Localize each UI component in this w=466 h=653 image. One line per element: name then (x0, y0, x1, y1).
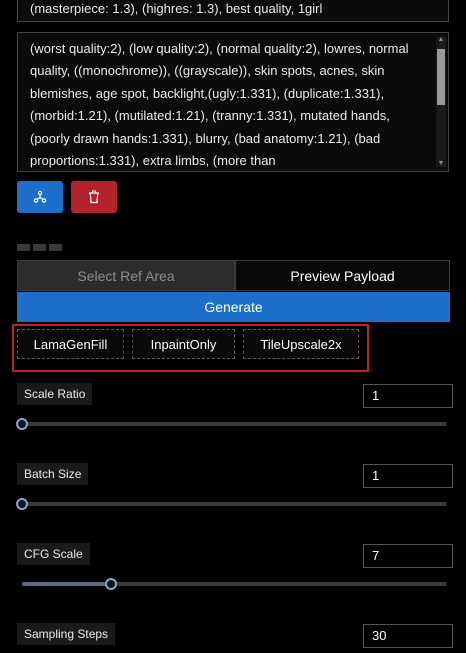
scale-ratio-input[interactable]: 1 (363, 384, 453, 408)
tab-select-ref-area[interactable]: Select Ref Area (17, 260, 235, 291)
negative-prompt-text: (worst quality:2), (low quality:2), (nor… (30, 41, 409, 169)
collapsed-tab-markers (17, 244, 62, 251)
tab-marker[interactable] (33, 244, 46, 251)
scale-ratio-label: Scale Ratio (17, 383, 93, 405)
negative-prompt-textarea[interactable]: (worst quality:2), (low quality:2), (nor… (17, 32, 449, 172)
negative-prompt-scroll-thumb[interactable] (437, 49, 445, 105)
scale-ratio-slider-thumb[interactable] (16, 418, 28, 430)
cfg-scale-slider-thumb[interactable] (105, 578, 118, 590)
batch-size-slider[interactable] (16, 498, 447, 510)
inpaintonly-button[interactable]: InpaintOnly (132, 329, 235, 359)
generate-button[interactable]: Generate (17, 292, 450, 322)
delete-button[interactable] (71, 181, 117, 213)
positive-prompt-textarea[interactable]: (masterpiece: 1.3), (highres: 1.3), best… (17, 0, 449, 22)
scroll-up-arrow-icon[interactable]: ▲ (436, 35, 446, 45)
batch-size-input[interactable]: 1 (363, 464, 453, 488)
trash-icon (89, 190, 99, 204)
tab-marker[interactable] (17, 244, 30, 251)
lamagenfill-button[interactable]: LamaGenFill (17, 329, 124, 359)
cfg-scale-label: CFG Scale (17, 543, 90, 565)
sampling-steps-input[interactable]: 30 (363, 624, 453, 648)
cfg-scale-slider-fill (22, 582, 112, 586)
tab-preview-payload[interactable]: Preview Payload (235, 260, 450, 291)
tab-marker[interactable] (49, 244, 62, 251)
sampling-steps-label: Sampling Steps (17, 623, 116, 645)
share-button[interactable] (17, 181, 63, 213)
cfg-scale-input[interactable]: 7 (363, 544, 453, 568)
tileupscale2x-button[interactable]: TileUpscale2x (243, 329, 359, 359)
share-icon (33, 190, 47, 203)
batch-size-slider-thumb[interactable] (16, 498, 28, 510)
cfg-scale-slider[interactable] (22, 578, 447, 590)
scroll-down-arrow-icon[interactable]: ▼ (436, 159, 446, 169)
scale-ratio-slider[interactable] (16, 418, 447, 430)
batch-size-label: Batch Size (17, 463, 89, 485)
